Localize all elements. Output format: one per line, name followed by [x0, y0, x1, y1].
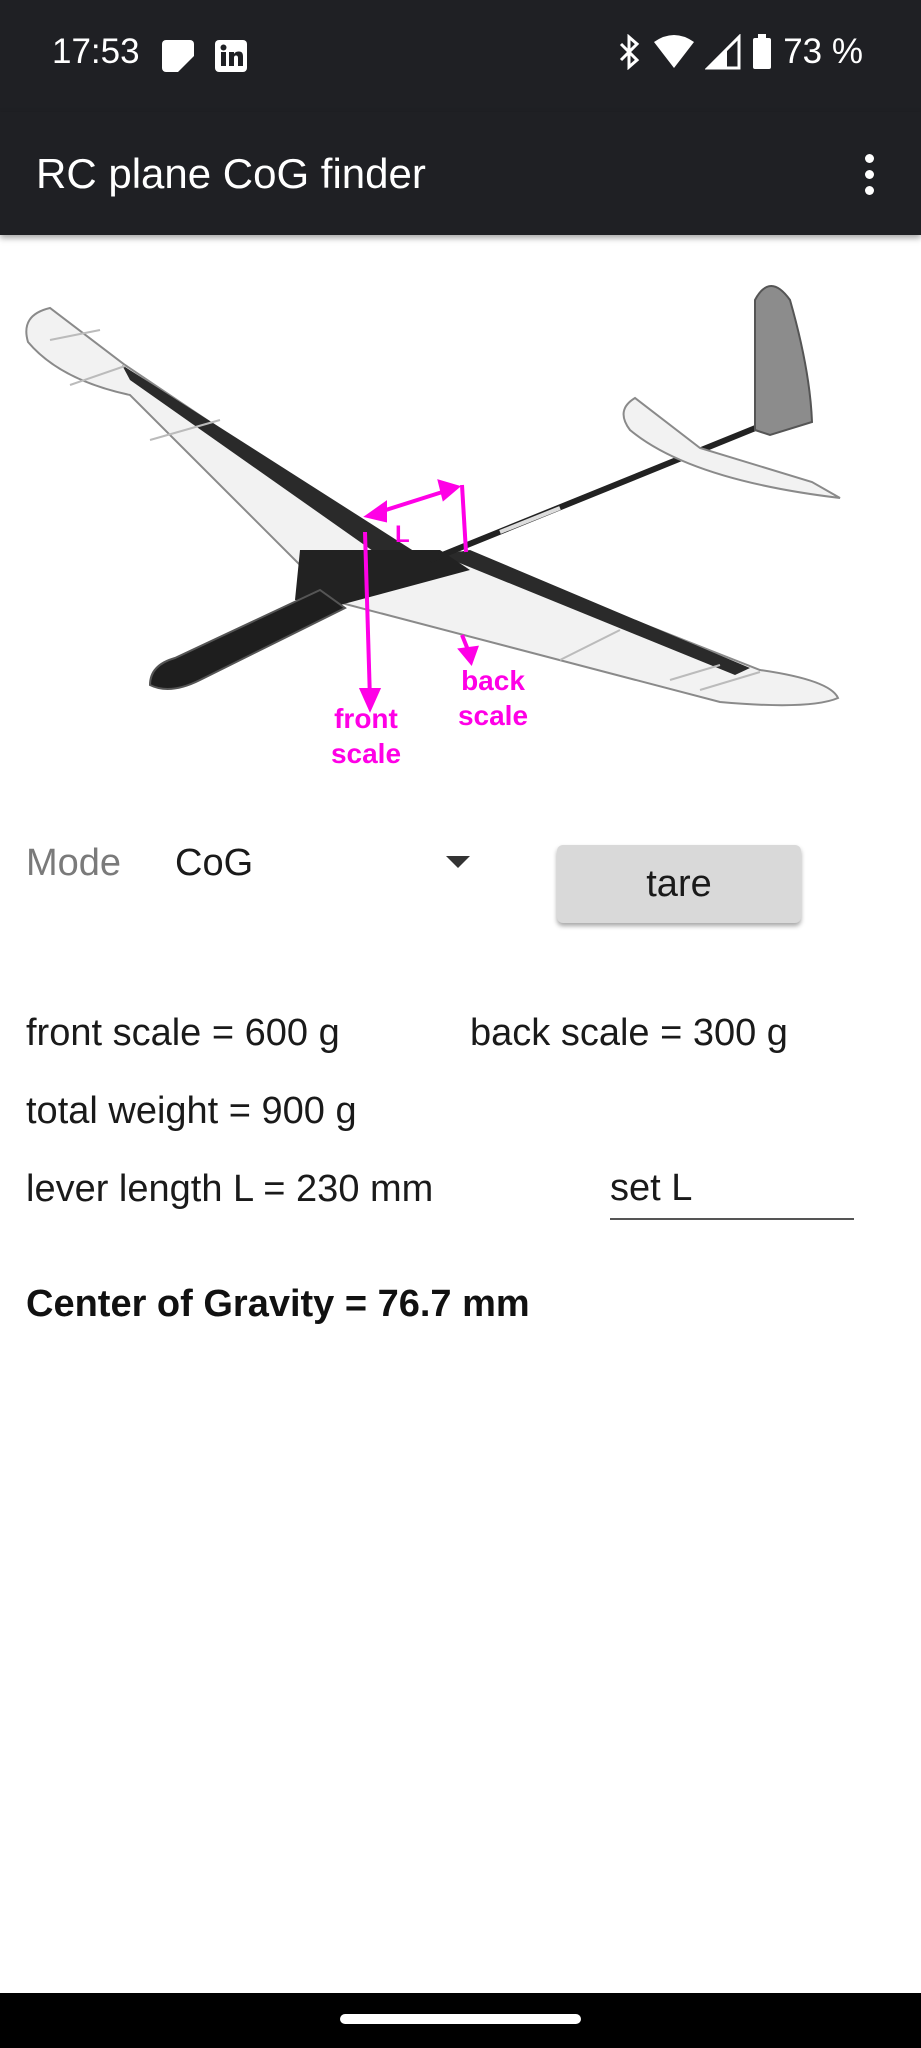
cell-signal-icon — [705, 34, 741, 70]
home-gesture-handle[interactable] — [340, 2014, 581, 2024]
fuselage — [148, 588, 347, 690]
center-of-gravity-result: Center of Gravity = 76.7 mm — [26, 1283, 530, 1325]
tare-button[interactable]: tare — [557, 845, 801, 923]
app-title: RC plane CoG finder — [36, 150, 426, 197]
status-bar: 17:53 73 % — [0, 0, 921, 112]
status-right: 73 % — [615, 32, 863, 72]
mode-label: Mode — [26, 842, 122, 884]
notes-icon — [162, 40, 194, 72]
left-wing — [25, 306, 418, 587]
navigation-bar — [0, 1993, 921, 2048]
total-weight-reading: total weight = 900 g — [26, 1090, 357, 1132]
status-time: 17:53 — [52, 32, 140, 71]
label-back-line1: back — [461, 665, 525, 696]
mode-value: CoG — [175, 842, 254, 884]
lever-length-reading: lever length L = 230 mm — [26, 1168, 434, 1210]
bluetooth-icon — [620, 34, 640, 70]
mode-dropdown[interactable]: CoG — [160, 830, 470, 896]
set-L-input[interactable] — [610, 1158, 854, 1220]
label-front-line1: front — [334, 703, 398, 734]
front-scale-reading: front scale = 600 g — [26, 1012, 340, 1054]
back-scale-reading: back scale = 300 g — [470, 1012, 788, 1054]
more-vert-icon[interactable] — [847, 148, 891, 202]
vertical-fin — [754, 285, 814, 437]
tail-boom — [428, 411, 792, 563]
label-L: L — [395, 521, 410, 548]
wifi-icon — [654, 35, 695, 68]
label-front-line2: scale — [331, 738, 401, 769]
dropdown-arrow-icon — [446, 856, 470, 868]
battery-icon — [753, 34, 772, 69]
app-bar: RC plane CoG finder — [0, 112, 921, 235]
left-wing-spar — [122, 365, 420, 570]
plane-diagram: L front scale back scale — [25, 285, 841, 769]
label-back-line2: scale — [458, 700, 528, 731]
battery-percent: 73 % — [783, 32, 863, 71]
linkedin-icon — [215, 40, 247, 72]
